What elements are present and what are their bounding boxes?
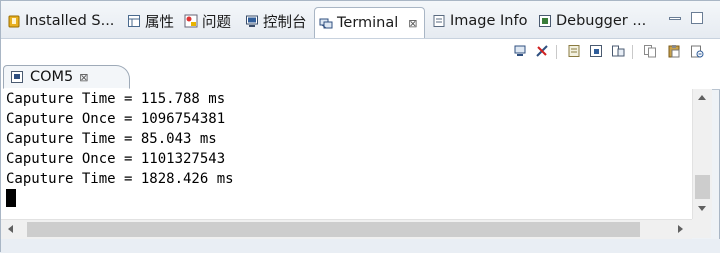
terminal-line: Caputure Time = 115.788 ms [6,91,226,107]
scroll-up-arrow-icon[interactable] [698,95,706,100]
scrollbar-corner [692,219,711,238]
terminal-line: Caputure Time = 85.043 ms [6,131,217,147]
problems-icon [184,14,198,28]
tab-terminal[interactable]: Terminal ⊠ [314,7,425,38]
vertical-scroll-thumb[interactable] [695,175,710,199]
scroll-lock-icon[interactable] [589,44,603,58]
console-icon [245,14,259,28]
tab-label: Debugger ... [556,13,647,29]
tab-properties[interactable]: 属性 [123,6,178,36]
properties-icon [127,14,141,28]
close-icon[interactable]: ⊠ [79,71,88,84]
tab-debugger[interactable]: Debugger ... [534,6,650,36]
scroll-down-arrow-icon[interactable] [698,206,706,211]
tab-label: Image Info [450,13,528,29]
terminal-output[interactable]: Caputure Time = 115.788 ms Caputure Once… [1,89,701,219]
tab-console[interactable]: 控制台 [241,6,311,36]
serial-terminal-icon [10,70,24,84]
tab-label: Terminal [337,15,399,31]
terminal-line: Caputure Once = 1101327543 [6,151,226,167]
terminal-connection-tabs: COM5 ⊠ [1,65,720,90]
vertical-scrollbar[interactable] [692,89,712,219]
terminal-line: Caputure Time = 1828.426 ms [6,171,234,187]
close-icon[interactable]: ⊠ [408,17,417,30]
tab-label: 问题 [202,14,231,31]
minimize-button[interactable] [669,17,681,20]
installed-software-icon [7,14,21,28]
display-mode-icon[interactable] [611,44,625,58]
tab-label: 属性 [145,14,174,31]
scroll-right-arrow-icon[interactable] [678,225,683,233]
horizontal-scrollbar[interactable] [1,219,692,239]
toolbar-separator [632,45,633,59]
view-tab-bar: Installed S... 属性 问题 控制台 Terminal ⊠ Imag… [1,1,720,39]
toolbar-separator [556,45,557,59]
terminal-toolbar [1,39,720,65]
tab-problems[interactable]: 问题 [180,6,235,36]
tab-installed-software[interactable]: Installed S... [3,6,118,36]
disconnect-icon[interactable] [535,44,549,58]
paste-icon[interactable] [667,44,681,58]
settings-icon[interactable] [567,44,581,58]
terminal-icon [319,16,333,30]
horizontal-scroll-thumb[interactable] [27,222,640,237]
scroll-left-arrow-icon[interactable] [8,225,13,233]
tab-label: COM5 [30,69,74,85]
image-info-icon [432,14,446,28]
tab-image-info[interactable]: Image Info [428,6,531,36]
debugger-icon [538,14,552,28]
terminal-view-panel: Installed S... 属性 问题 控制台 Terminal ⊠ Imag… [0,0,720,253]
terminal-cursor [6,189,16,207]
connect-icon[interactable] [513,44,527,58]
copy-icon[interactable] [643,44,657,58]
maximize-button[interactable] [691,12,703,24]
terminal-line: Caputure Once = 1096754381 [6,111,226,127]
clear-console-icon[interactable] [690,44,704,58]
tab-com5[interactable]: COM5 ⊠ [3,65,130,89]
panel-bottom-edge [1,239,720,253]
tab-label: 控制台 [263,14,307,31]
tab-label: Installed S... [25,13,115,29]
